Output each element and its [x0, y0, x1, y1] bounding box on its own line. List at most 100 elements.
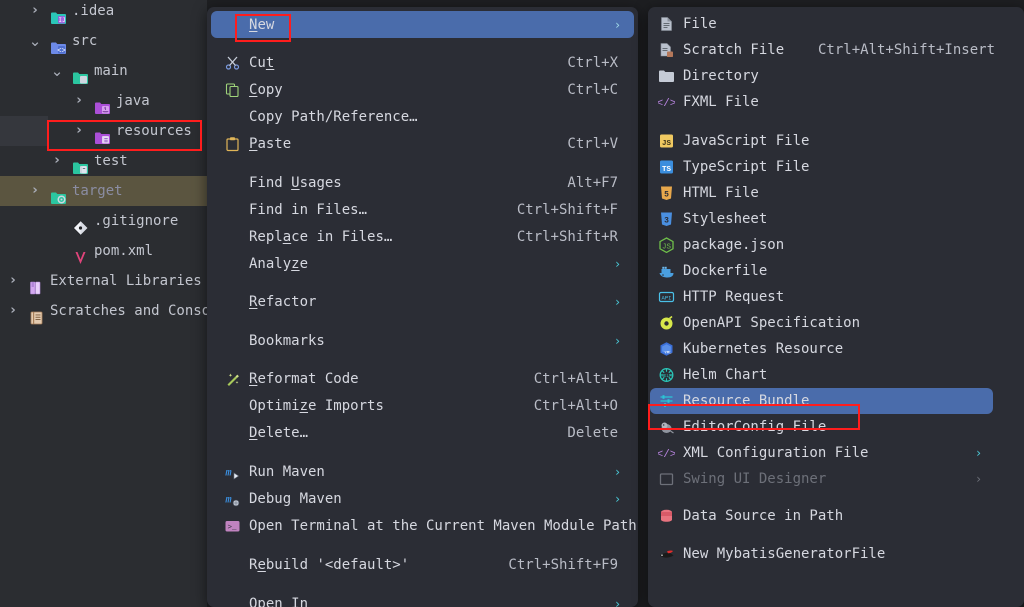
chevron-down-icon[interactable]: ⌄ — [50, 59, 64, 83]
menu-item-refactor[interactable]: Refactor › — [211, 288, 634, 315]
svg-text:API: API — [662, 295, 672, 302]
tree-item-label: Scratches and Consol — [50, 303, 219, 319]
tree-item-label: test — [94, 153, 128, 169]
chevron-right-icon: › — [615, 294, 620, 309]
submenu-item-kubernetes-resource[interactable]: YML Kubernetes Resource — [650, 336, 993, 362]
chevron-right-icon[interactable]: › — [28, 176, 42, 206]
menu-item-bookmarks[interactable]: Bookmarks › — [211, 327, 634, 354]
menu-item-shortcut: Ctrl+Alt+O — [533, 397, 618, 414]
svg-text:YML: YML — [664, 352, 672, 356]
submenu-item-label: HTML File — [683, 185, 759, 201]
menu-item-optimize-imports[interactable]: Optimize Imports Ctrl+Alt+O — [211, 392, 634, 419]
ide-screen: S he ›IJ.idea⌄<>src⌄main›java›resources›… — [0, 0, 1024, 607]
folder-source-icon: <> — [50, 40, 67, 56]
menu-item-run-maven[interactable]: m Run Maven › — [211, 458, 634, 485]
menu-item-copy[interactable]: Copy Ctrl+C — [211, 76, 634, 103]
menu-item-open-in[interactable]: Open In › — [211, 590, 634, 607]
menu-item-debug-maven[interactable]: m Debug Maven › — [211, 485, 634, 512]
submenu-item-label: EditorConfig File — [683, 419, 827, 435]
submenu-item-html-file[interactable]: 5 HTML File — [650, 180, 993, 206]
submenu-item-openapi-specification[interactable]: OpenAPI Specification — [650, 310, 993, 336]
submenu-item-resource-bundle[interactable]: Resource Bundle — [650, 388, 993, 414]
submenu-item-package-json[interactable]: JS package.json — [650, 232, 993, 258]
openapi-icon — [658, 315, 675, 331]
submenu-item-helm-chart[interactable]: HELM Helm Chart — [650, 362, 993, 388]
submenu-item-typescript-file[interactable]: TS TypeScript File — [650, 154, 993, 180]
tree-item-label: src — [72, 33, 98, 49]
tree-item-label: External Libraries — [50, 273, 202, 289]
terminal-icon: >_ — [224, 518, 241, 534]
menu-item-label: New — [249, 16, 275, 33]
chevron-right-icon[interactable]: › — [72, 116, 86, 146]
http-api-icon: API — [658, 289, 675, 305]
tree-item-main[interactable]: ⌄ main — [0, 56, 207, 86]
menu-item-replace-in-files[interactable]: Replace in Files… Ctrl+Shift+R — [211, 223, 634, 250]
tree-item-pom-xml[interactable]: pom.xml — [0, 236, 207, 266]
submenu-item-label: File — [683, 16, 717, 32]
submenu-item-dockerfile[interactable]: Dockerfile — [650, 258, 993, 284]
chevron-right-icon[interactable]: › — [28, 0, 42, 26]
submenu-item-stylesheet[interactable]: 3 Stylesheet — [650, 206, 993, 232]
menu-item-label: Cut — [249, 54, 275, 71]
submenu-item-scratch-file[interactable]: Scratch File Ctrl+Alt+Shift+Insert — [650, 37, 996, 63]
chevron-right-icon: › — [976, 446, 981, 460]
tree-item-idea[interactable]: › IJ .idea — [0, 0, 207, 26]
tree-item-java[interactable]: › java — [0, 86, 207, 116]
docker-icon — [658, 263, 675, 279]
tree-item-test[interactable]: › test — [0, 146, 207, 176]
menu-item-copy-path-reference[interactable]: Copy Path/Reference… — [211, 103, 634, 130]
tree-item-resources[interactable]: › resources — [0, 116, 207, 146]
submenu-item-shortcut: Ctrl+Alt+Shift+Insert — [818, 42, 996, 58]
menu-item-cut[interactable]: Cut Ctrl+X — [211, 49, 634, 76]
submenu-item-label: Kubernetes Resource — [683, 341, 844, 357]
chevron-right-icon: › — [615, 17, 620, 32]
submenu-item-directory[interactable]: Directory — [650, 63, 993, 89]
chevron-right-icon[interactable]: › — [72, 86, 86, 116]
maven-icon — [72, 250, 89, 266]
menu-item-delete[interactable]: Delete… Delete — [211, 419, 634, 446]
submenu-item-xml-configuration-file[interactable]: </> XML Configuration File › — [650, 440, 993, 466]
submenu-item-file[interactable]: File — [650, 11, 993, 37]
chevron-right-icon: › — [615, 464, 620, 479]
submenu-item-new-mybatisgeneratorfile[interactable]: New MybatisGeneratorFile — [650, 541, 993, 567]
tree-item-gitignore[interactable]: .gitignore — [0, 206, 207, 236]
directory-icon — [658, 68, 675, 84]
maven-debug-icon: m — [224, 491, 241, 507]
chevron-right-icon: › — [615, 333, 620, 348]
svg-text:JS: JS — [662, 140, 672, 148]
tree-item-src[interactable]: ⌄ <> src — [0, 26, 207, 56]
chevron-right-icon[interactable]: › — [50, 146, 64, 176]
menu-item-rebuild-default[interactable]: Rebuild '<default>' Ctrl+Shift+F9 — [211, 551, 634, 578]
submenu-item-label: package.json — [683, 237, 785, 253]
tree-item-external-libraries[interactable]: › External Libraries — [0, 266, 207, 296]
menu-item-find-usages[interactable]: Find Usages Alt+F7 — [211, 169, 634, 196]
menu-item-shortcut: Ctrl+Shift+F9 — [508, 556, 618, 573]
submenu-item-fxml-file[interactable]: </> FXML File — [650, 89, 993, 115]
menu-item-label: Open Terminal at the Current Maven Modul… — [249, 517, 637, 534]
chevron-right-icon[interactable]: › — [6, 266, 20, 296]
submenu-item-http-request[interactable]: API HTTP Request — [650, 284, 993, 310]
submenu-item-label: Directory — [683, 68, 759, 84]
chevron-down-icon[interactable]: ⌄ — [28, 29, 42, 53]
menu-item-label: Rebuild '<default>' — [249, 556, 410, 573]
svg-text:5: 5 — [664, 191, 669, 200]
tree-item-scratches-and-consol[interactable]: › Scratches and Consol — [0, 296, 219, 326]
menu-item-paste[interactable]: Paste Ctrl+V — [211, 130, 634, 157]
xml-icon: </> — [657, 445, 677, 461]
submenu-item-editorconfig-file[interactable]: EditorConfig File — [650, 414, 993, 440]
menu-item-find-in-files[interactable]: Find in Files… Ctrl+Shift+F — [211, 196, 634, 223]
tree-item-target[interactable]: › target — [0, 176, 207, 206]
chevron-right-icon: › — [615, 256, 620, 271]
submenu-item-label: TypeScript File — [683, 159, 810, 175]
menu-item-label: Optimize Imports — [249, 397, 384, 414]
menu-item-open-terminal-at-the-current-maven-module-path[interactable]: >_ Open Terminal at the Current Maven Mod… — [211, 512, 637, 539]
menu-item-reformat-code[interactable]: Reformat Code Ctrl+Alt+L — [211, 365, 634, 392]
menu-item-label: Copy Path/Reference… — [249, 108, 418, 125]
menu-item-analyze[interactable]: Analyze › — [211, 250, 634, 277]
submenu-item-data-source-in-path[interactable]: Data Source in Path — [650, 503, 993, 529]
submenu-item-javascript-file[interactable]: JS JavaScript File — [650, 128, 993, 154]
menu-item-new[interactable]: New › — [211, 11, 634, 38]
database-icon — [658, 508, 675, 524]
chevron-right-icon[interactable]: › — [6, 296, 20, 326]
menu-item-label: Open In — [249, 595, 309, 607]
